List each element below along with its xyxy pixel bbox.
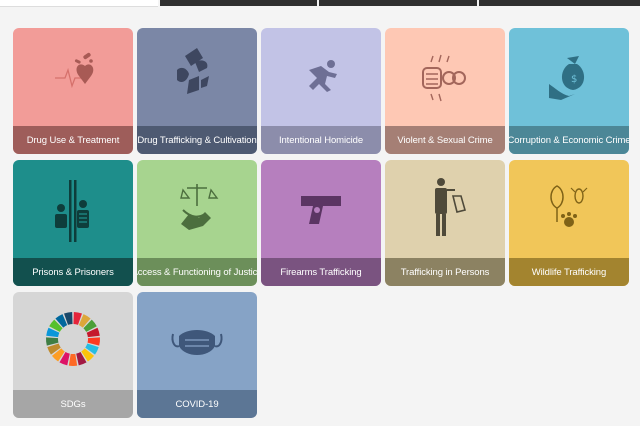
tile-corruption[interactable]: $ Corruption & Economic Crime — [509, 28, 629, 154]
tile-drug-use[interactable]: Drug Use & Treatment — [13, 28, 133, 154]
tile-wildlife[interactable]: Wildlife Trafficking — [509, 160, 629, 286]
tile-violent-crime[interactable]: Violent & Sexual Crime — [385, 28, 505, 154]
falling-person-icon — [309, 60, 337, 92]
tile-firearms[interactable]: Firearms Trafficking — [261, 160, 381, 286]
sdg-wheel-segment — [68, 353, 78, 366]
scales-hand-icon — [180, 184, 219, 230]
tile-label: SDGs — [13, 390, 133, 418]
nav-tab[interactable] — [479, 0, 640, 6]
hand-package-icon — [177, 48, 209, 94]
pistol-icon — [301, 196, 341, 224]
tile-sdgs[interactable]: SDGs — [13, 292, 133, 418]
tile-label: Violent & Sexual Crime — [385, 126, 505, 154]
tile-label: Prisons & Prisoners — [13, 258, 133, 286]
prisoners-bars-icon — [55, 180, 89, 242]
tile-label: Drug Trafficking & Cultivation — [137, 126, 257, 154]
tile-covid[interactable]: COVID-19 — [137, 292, 257, 418]
tree-insect-icon — [550, 185, 588, 227]
person-tag-icon — [435, 178, 466, 236]
nav-tab-active[interactable] — [0, 0, 158, 7]
tile-prisons[interactable]: Prisons & Prisoners — [13, 160, 133, 286]
tile-trafficking-persons[interactable]: Trafficking in Persons — [385, 160, 505, 286]
nav-tab[interactable] — [319, 0, 477, 6]
top-nav-bar — [0, 0, 640, 7]
heart-pills-icon — [55, 52, 94, 89]
tile-label: Firearms Trafficking — [261, 258, 381, 286]
tile-justice[interactable]: Access & Functioning of Justice — [137, 160, 257, 286]
tile-label: Trafficking in Persons — [385, 258, 505, 286]
tile-label: Intentional Homicide — [261, 126, 381, 154]
nav-tab[interactable] — [160, 0, 317, 6]
tile-label: Drug Use & Treatment — [13, 126, 133, 154]
tile-label: Wildlife Trafficking — [509, 258, 629, 286]
fist-gender-icon — [422, 54, 466, 102]
svg-text:$: $ — [571, 74, 577, 85]
tile-drug-trafficking[interactable]: Drug Trafficking & Cultivation — [137, 28, 257, 154]
face-mask-icon — [171, 330, 223, 355]
tile-label: Corruption & Economic Crime — [509, 126, 629, 154]
tile-label: COVID-19 — [137, 390, 257, 418]
tile-homicide[interactable]: Intentional Homicide — [261, 28, 381, 154]
tile-label: Access & Functioning of Justice — [137, 258, 257, 286]
hand-money-bag-icon: $ — [549, 56, 585, 100]
sdg-wheel-icon — [46, 312, 100, 366]
